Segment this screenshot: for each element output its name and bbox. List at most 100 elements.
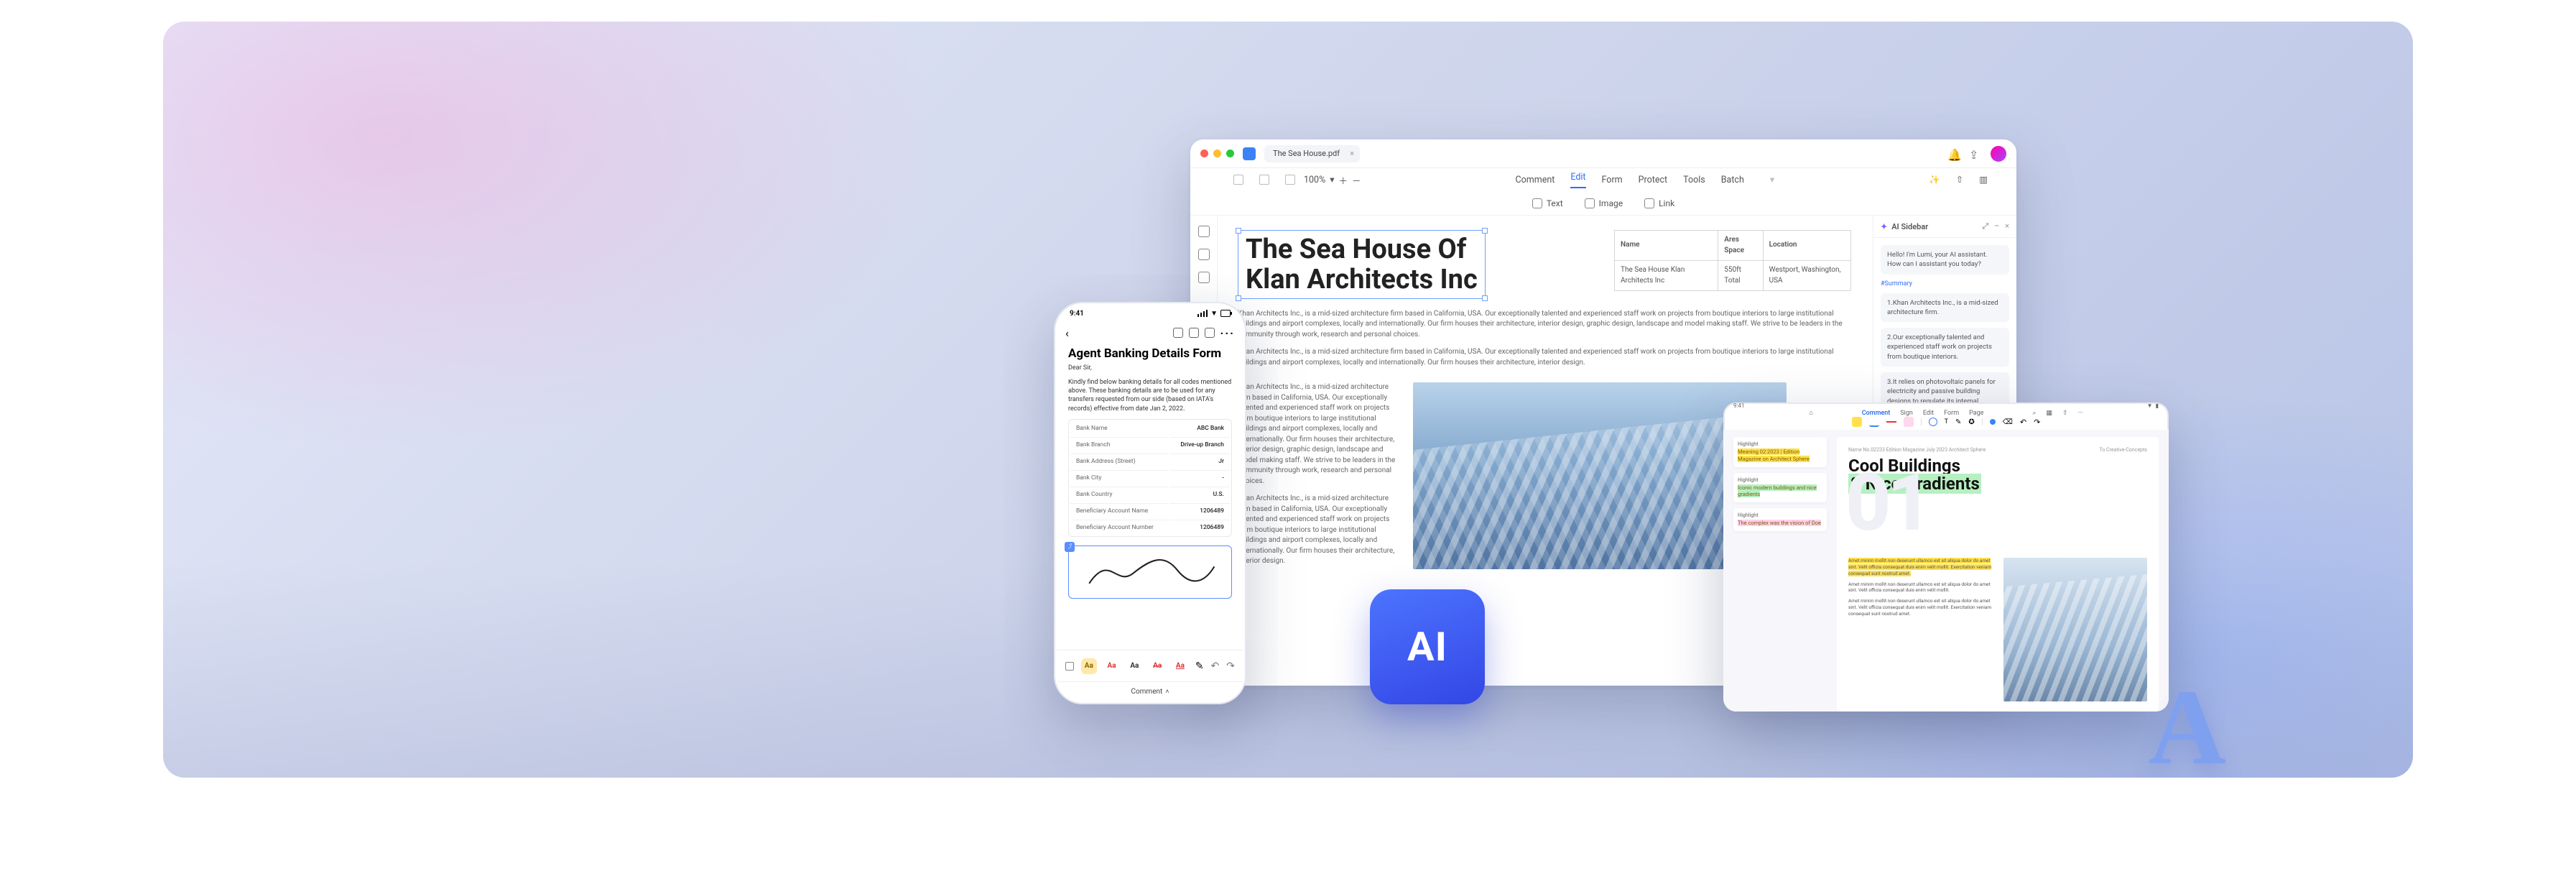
form-salutation: Dear Sir, xyxy=(1068,364,1232,372)
avatar[interactable] xyxy=(1991,146,2006,162)
add-icon[interactable] xyxy=(1205,328,1215,338)
search-icon[interactable]: ⌕ xyxy=(2032,410,2036,417)
signal-icon xyxy=(1197,310,1208,317)
underline-icon[interactable] xyxy=(1869,417,1879,427)
note-type: Highlight xyxy=(1738,477,1822,483)
minimize-icon[interactable] xyxy=(1213,149,1221,157)
menu-comment[interactable]: Comment xyxy=(1516,175,1555,185)
minimize-icon[interactable]: – xyxy=(1994,221,1999,231)
menu-edit[interactable]: Edit xyxy=(1570,172,1585,188)
color-swatch[interactable] xyxy=(1990,419,1996,425)
underline-aa[interactable]: Aa xyxy=(1172,658,1188,674)
tab-form[interactable]: Form xyxy=(1944,410,1959,417)
chevron-down-icon[interactable]: ▾ xyxy=(1770,174,1774,185)
app-logo-icon xyxy=(1243,147,1256,160)
tablet-document[interactable]: Name No.02233 Edition Magazine July 2023… xyxy=(1837,437,2159,712)
titlebar: The Sea House.pdf × 🔔 ⇪ xyxy=(1190,139,2016,168)
expand-icon[interactable]: ⤢ xyxy=(1982,221,1988,231)
td-space: 550ft Total xyxy=(1718,261,1763,291)
home-icon[interactable]: ⌂ xyxy=(1809,409,1812,417)
tab-edit[interactable]: Edit xyxy=(1923,410,1934,417)
headline-line1: The Sea House Of xyxy=(1246,234,1466,265)
menu-form[interactable]: Form xyxy=(1602,175,1623,185)
note-icon[interactable]: ✎ xyxy=(1955,418,1961,426)
text-icon[interactable]: T xyxy=(1945,418,1948,425)
note-type: Highlight xyxy=(1738,512,1822,518)
file-tab[interactable]: The Sea House.pdf × xyxy=(1264,145,1360,162)
page-meta-right: To Creative-Concepts xyxy=(2099,447,2147,453)
phone-mock: 9:41 ▼ ‹ ··· Agent Banking Details Form … xyxy=(1054,302,1246,704)
zoom-out-icon[interactable]: － xyxy=(1352,173,1361,187)
pen-icon[interactable]: ✎ xyxy=(1195,660,1204,672)
menu-tools[interactable]: Tools xyxy=(1683,175,1705,185)
annotation-card[interactable]: Highlight The complex was the vision of … xyxy=(1733,508,1827,531)
more-icon[interactable]: ··· xyxy=(2078,410,2083,417)
tool-image[interactable]: Image xyxy=(1585,198,1623,208)
redo-icon[interactable]: ↷ xyxy=(1226,660,1235,672)
body-para-2: Khan Architects Inc., is a mid-sized arc… xyxy=(1238,347,1847,368)
tab-comment[interactable]: Comment xyxy=(1862,410,1891,417)
bell-icon[interactable]: 🔔 xyxy=(1947,148,1959,160)
phone-footer-tab[interactable]: Comment ˄ xyxy=(1057,681,1243,701)
ai-point-2: 2.Our exceptionally talented and experie… xyxy=(1881,328,2009,367)
undo-icon[interactable]: ↶ xyxy=(1211,660,1220,672)
tool-text[interactable]: Text xyxy=(1532,198,1563,208)
panel-icon[interactable]: ▥ xyxy=(1979,174,1988,185)
td-location: Westport, Washington, USA xyxy=(1763,261,1850,291)
attachment-icon[interactable] xyxy=(1198,272,1210,283)
pen-icon[interactable] xyxy=(1929,418,1937,426)
zoom-in-icon[interactable]: ＋ xyxy=(1339,173,1348,187)
grid-icon[interactable] xyxy=(1189,328,1199,338)
bookmark-icon[interactable] xyxy=(1198,249,1210,260)
ai-app-tile[interactable]: AI xyxy=(1370,589,1485,704)
redo-icon[interactable]: ↷ xyxy=(2034,418,2040,427)
grid-icon[interactable]: ▦ xyxy=(2047,410,2053,417)
ai-spark-icon[interactable]: ✨ xyxy=(1929,175,1940,185)
lock-icon[interactable]: ⇪ xyxy=(1969,148,1980,160)
undo-icon[interactable]: ↶ xyxy=(2020,418,2026,427)
td-name: The Sea House Klan Architects Inc xyxy=(1615,261,1718,291)
view-single-icon[interactable] xyxy=(1233,175,1243,185)
tab-page[interactable]: Page xyxy=(1969,410,1983,417)
zoom-control[interactable]: 100% ▾ ＋ － xyxy=(1304,173,1361,187)
area-highlight-icon[interactable] xyxy=(1904,417,1914,427)
article-para: Amet minim mollit non deserunt ullamco e… xyxy=(1848,598,1993,617)
annotation-card[interactable]: Highlight Iconic modern buildings and ni… xyxy=(1733,473,1827,503)
more-icon[interactable]: ··· xyxy=(1220,326,1235,340)
tool-link[interactable]: Link xyxy=(1644,198,1674,208)
highlight-aa[interactable]: Aa xyxy=(1081,658,1097,674)
ai-tag[interactable]: #Summary xyxy=(1881,280,2009,287)
checkbox[interactable] xyxy=(1065,662,1074,671)
bank-details-table: Bank NameABC Bank Bank BranchDrive-up Br… xyxy=(1068,419,1232,537)
strikethrough-icon[interactable] xyxy=(1886,417,1896,427)
color-aa[interactable]: Aa xyxy=(1104,658,1120,674)
menu-batch[interactable]: Batch xyxy=(1721,175,1744,185)
close-icon[interactable] xyxy=(1200,149,1208,157)
menu-protect[interactable]: Protect xyxy=(1639,175,1667,185)
view-two-icon[interactable] xyxy=(1285,175,1295,185)
share-icon[interactable]: ⇧ xyxy=(1956,174,1963,185)
view-grid-icon[interactable] xyxy=(1259,175,1269,185)
tab-sign[interactable]: Sign xyxy=(1900,410,1913,417)
selected-text-frame[interactable]: The Sea House Of Klan Architects Inc xyxy=(1238,230,1486,299)
share-icon[interactable]: ⇧ xyxy=(2062,410,2068,417)
signature-glyph-icon xyxy=(1069,546,1231,594)
highlighter-icon[interactable] xyxy=(1852,417,1862,427)
signature-field[interactable]: ℐ xyxy=(1068,545,1232,599)
tablet-annotation-tools: T ✎ ✪ ⌫ ↶ ↷ xyxy=(1723,417,2169,430)
note-text: The complex was the vision of Doe xyxy=(1738,520,1821,526)
close-tab-icon[interactable]: × xyxy=(1350,149,1354,158)
row-value: Jr xyxy=(1169,453,1230,469)
close-icon[interactable]: × xyxy=(2005,221,2009,231)
zoom-icon[interactable] xyxy=(1226,149,1234,157)
plain-aa[interactable]: Aa xyxy=(1126,658,1142,674)
eraser-icon[interactable]: ⌫ xyxy=(2003,418,2013,426)
annotation-card[interactable]: Highlight Meaning 02:2023 | Edition Maga… xyxy=(1733,437,1827,467)
thumbnails-icon[interactable] xyxy=(1198,226,1210,237)
stamp-icon[interactable]: ✪ xyxy=(1968,418,1974,426)
back-icon[interactable]: ‹ xyxy=(1065,326,1069,340)
strike-aa[interactable]: Aa xyxy=(1149,658,1165,674)
search-icon[interactable] xyxy=(1173,328,1183,338)
annotation-list: Highlight Meaning 02:2023 | Edition Maga… xyxy=(1733,437,1827,712)
form-title: Agent Banking Details Form xyxy=(1068,346,1232,361)
